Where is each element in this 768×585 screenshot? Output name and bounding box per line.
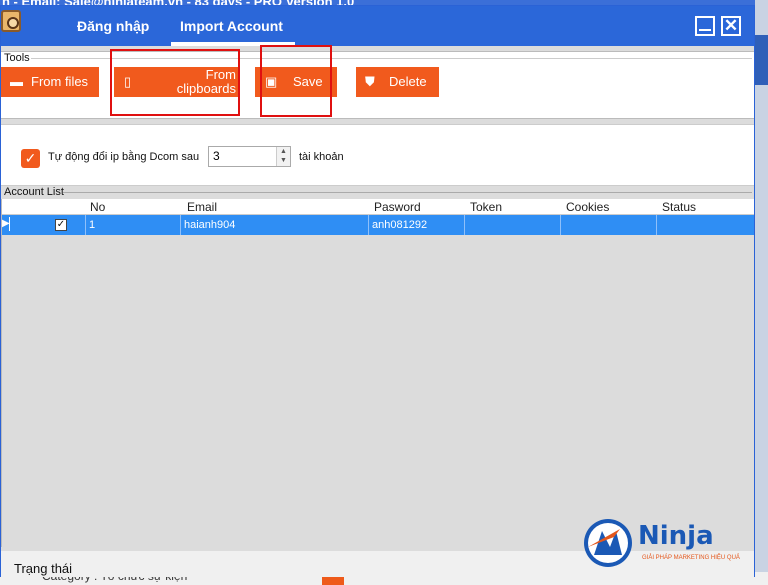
cell-status[interactable]	[656, 215, 754, 235]
background-window-edge	[755, 0, 768, 585]
cell-email[interactable]: haianh904	[180, 215, 368, 235]
minimize-button[interactable]	[695, 16, 715, 36]
from-files-label: From files	[31, 74, 89, 89]
ninja-logo: Ninja GIẢI PHÁP MARKETING HIỆU QUẢ	[580, 517, 760, 569]
column-header-token[interactable]: Token	[470, 200, 502, 214]
cell-password[interactable]: anh081292	[368, 215, 464, 235]
ninja-logo-icon	[584, 519, 632, 567]
tab-dang-nhap[interactable]: Đăng nhập	[77, 18, 149, 34]
row-checkbox[interactable]: ✓	[55, 219, 67, 231]
delete-label: Delete	[389, 74, 427, 89]
logo-tagline: GIẢI PHÁP MARKETING HIỆU QUẢ	[642, 555, 740, 561]
auto-change-ip-checkbox[interactable]: ✓	[21, 149, 40, 168]
account-list-divider	[63, 192, 752, 193]
account-grid: No Email Pasword Token Cookies Status ▶ …	[1, 199, 754, 547]
options-panel: ✓ Tự động đổi ip bằng Dcom sau 3 ▲ ▼ tài …	[1, 124, 754, 186]
auto-change-ip-label: Tự động đổi ip bằng Dcom sau	[48, 151, 200, 163]
annotation-box-from-clipboards	[110, 49, 240, 116]
annotation-box-save	[260, 45, 332, 117]
from-files-button[interactable]: ▬ From files	[1, 67, 99, 97]
stepper-arrows[interactable]: ▲ ▼	[276, 147, 290, 166]
account-count-suffix: tài khoản	[299, 151, 344, 163]
delete-button[interactable]: ⛊ Delete	[356, 67, 439, 97]
cell-token[interactable]	[464, 215, 560, 235]
status-text: Trạng thái	[14, 561, 73, 576]
logo-name: Ninja	[638, 521, 714, 551]
app-camera-icon	[1, 10, 21, 32]
tab-import-account[interactable]: Import Account	[180, 18, 283, 34]
title-bar: Đăng nhập Import Account ✕	[1, 6, 754, 46]
folder-icon: ▬	[10, 74, 23, 89]
account-count-value: 3	[213, 149, 220, 163]
cell-no[interactable]: 1	[85, 215, 180, 235]
column-header-email[interactable]: Email	[187, 200, 217, 214]
shield-icon: ⛊	[365, 74, 375, 89]
tools-group-label: Tools	[4, 52, 30, 64]
cell-cookies[interactable]	[560, 215, 656, 235]
account-count-stepper[interactable]: 3 ▲ ▼	[208, 146, 291, 167]
row-selector-arrow-icon: ▶	[2, 217, 10, 231]
grid-header: No Email Pasword Token Cookies Status	[2, 199, 754, 215]
column-header-no[interactable]: No	[90, 200, 105, 214]
column-header-password[interactable]: Pasword	[374, 200, 421, 214]
account-list-label: Account List	[4, 186, 64, 198]
table-row[interactable]: ▶ ✓ 1 haianh904 anh081292	[2, 215, 754, 235]
account-list-group: Account List No Email Pasword Token Cook…	[1, 186, 754, 551]
column-header-cookies[interactable]: Cookies	[566, 200, 609, 214]
column-header-status[interactable]: Status	[662, 200, 696, 214]
close-button[interactable]: ✕	[721, 16, 741, 36]
